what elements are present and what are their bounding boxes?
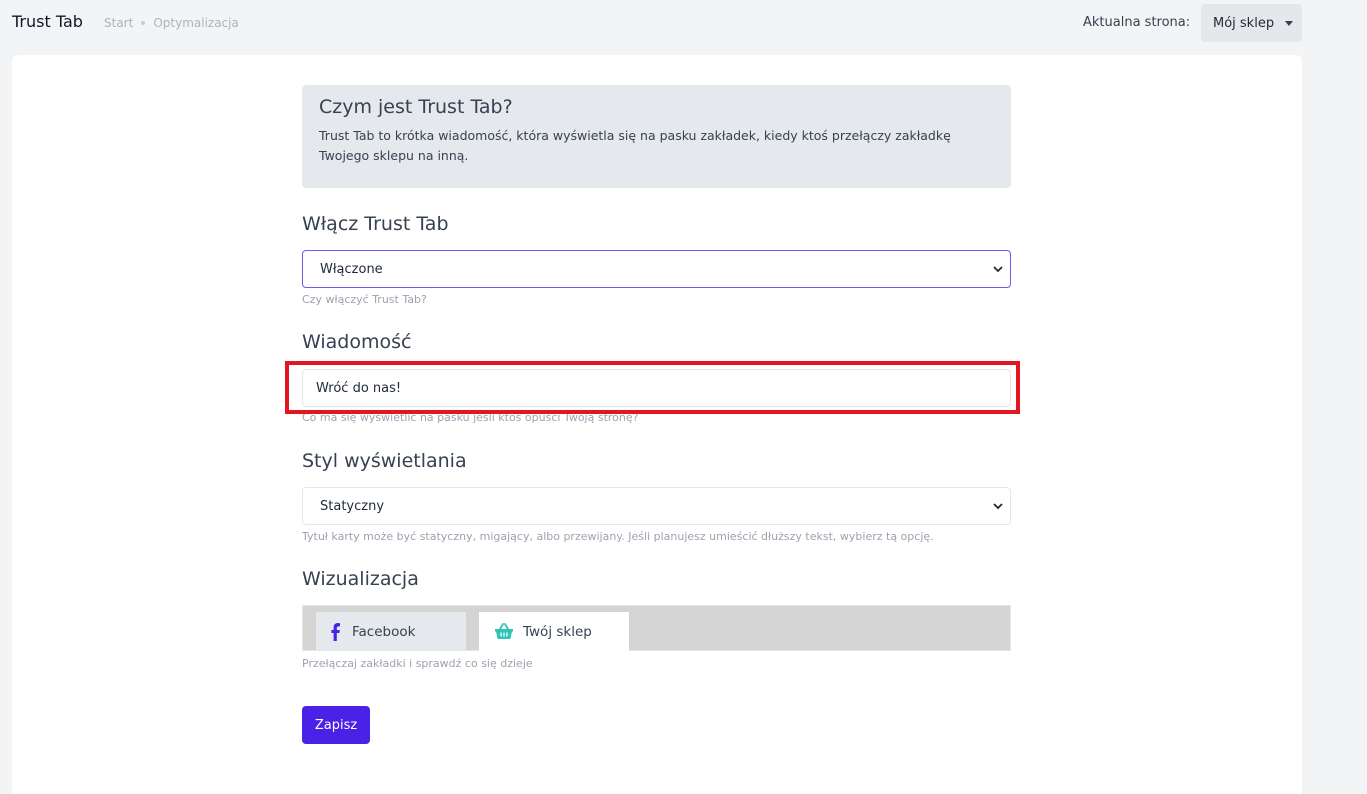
enable-select-value: Włączone (320, 261, 383, 277)
info-title: Czym jest Trust Tab? (319, 96, 513, 118)
preview-help: Przełączaj zakładki i sprawdź co się dzi… (302, 657, 533, 670)
chevron-down-icon (993, 503, 1003, 510)
store-selector-button[interactable]: Mój sklep (1201, 4, 1302, 42)
basket-icon (495, 623, 513, 639)
breadcrumb: Start Optymalizacja (104, 16, 239, 30)
message-title: Wiadomość (302, 331, 412, 353)
preview-tab-shop[interactable]: Twój sklep (479, 612, 629, 651)
current-page-label: Aktualna strona: (1083, 15, 1191, 30)
style-title: Styl wyświetlania (302, 450, 467, 472)
style-help: Tytuł karty może być statyczny, migający… (302, 530, 934, 543)
info-text: Trust Tab to krótka wiadomość, która wyś… (319, 128, 951, 163)
preview-title: Wizualizacja (302, 568, 419, 590)
caret-down-icon (1285, 21, 1293, 26)
breadcrumb-separator (141, 21, 146, 25)
tab-preview: Facebook Twój sklep (302, 605, 1011, 651)
preview-tab-shop-label: Twój sklep (523, 623, 592, 640)
message-input[interactable] (302, 369, 1011, 407)
info-box: Czym jest Trust Tab? Trust Tab to krótka… (302, 85, 1011, 188)
preview-tab-facebook-label: Facebook (352, 623, 416, 640)
app-title: Trust Tab (12, 12, 83, 31)
chevron-down-icon (993, 266, 1003, 273)
enable-select[interactable]: Włączone (302, 250, 1011, 288)
main-card: Czym jest Trust Tab? Trust Tab to krótka… (12, 55, 1302, 794)
enable-title: Włącz Trust Tab (302, 213, 449, 235)
preview-tab-facebook[interactable]: Facebook (316, 612, 466, 651)
facebook-icon (331, 623, 340, 641)
breadcrumb-optimization[interactable]: Optymalizacja (153, 16, 239, 30)
style-select[interactable]: Statyczny (302, 487, 1011, 525)
top-bar: Trust Tab Start Optymalizacja Aktualna s… (0, 0, 1310, 46)
enable-help: Czy włączyć Trust Tab? (302, 293, 427, 306)
breadcrumb-start[interactable]: Start (104, 16, 133, 30)
message-help: Co ma się wyświetlić na pasku jeśli ktoś… (302, 411, 639, 424)
store-selector-label: Mój sklep (1213, 15, 1275, 31)
save-button[interactable]: Zapisz (302, 706, 370, 744)
style-select-value: Statyczny (320, 498, 385, 514)
